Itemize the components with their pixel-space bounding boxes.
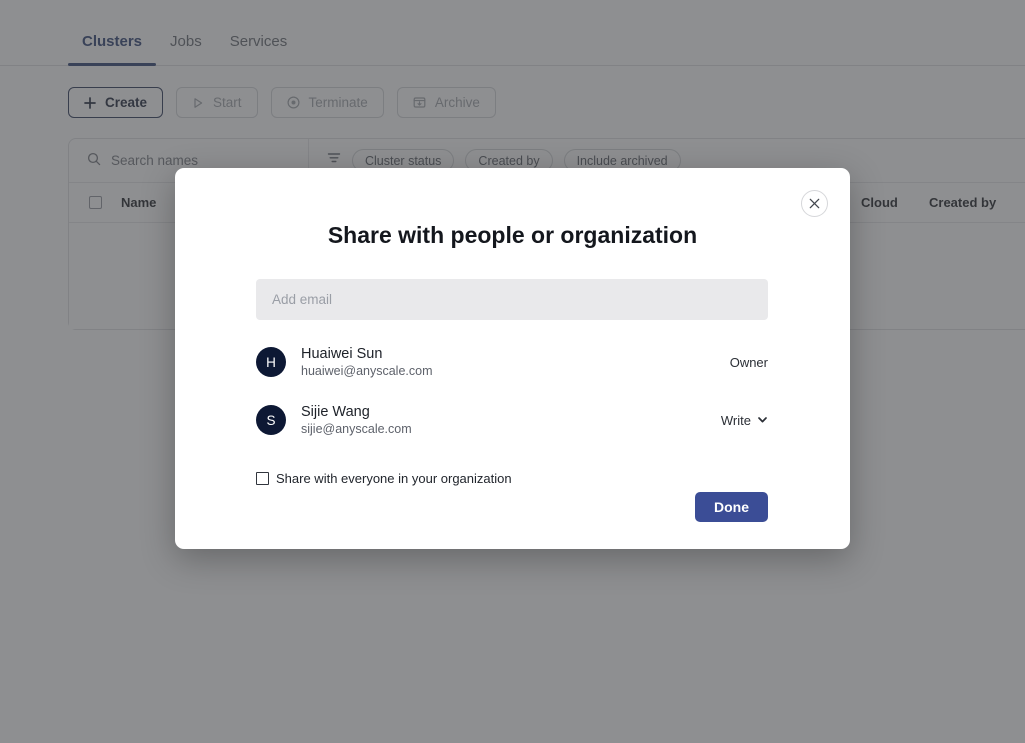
person-role-label: Owner	[729, 354, 768, 370]
person-info: Sijie Wang sijie@anyscale.com	[301, 403, 721, 437]
person-email: huaiwei@anyscale.com	[301, 364, 433, 378]
avatar: H	[256, 347, 286, 377]
dialog-title: Share with people or organization	[327, 222, 698, 248]
person-row: H Huaiwei Sun huaiwei@anyscale.com Owner	[256, 342, 768, 382]
avatar: S	[256, 405, 286, 435]
close-icon[interactable]	[801, 190, 828, 217]
person-name: Huaiwei Sun	[301, 346, 383, 362]
add-email-input[interactable]	[256, 279, 768, 320]
checkbox-box	[256, 472, 269, 485]
person-role: Owner	[730, 355, 768, 370]
person-role-dropdown[interactable]: Write	[721, 413, 768, 428]
chevron-down-icon	[757, 413, 768, 428]
share-with-organization-label: Share with everyone in your organization	[276, 471, 512, 486]
person-row: S Sijie Wang sijie@anyscale.com Write	[256, 400, 768, 440]
done-button[interactable]: Done	[695, 492, 768, 522]
share-with-organization-checkbox[interactable]: Share with everyone in your organization	[256, 471, 512, 486]
person-name: Sijie Wang	[301, 404, 370, 420]
person-email: sijie@anyscale.com	[301, 422, 412, 436]
person-role-label: Write	[720, 412, 751, 428]
share-dialog: Share with people or organization H Huai…	[175, 168, 850, 549]
person-info: Huaiwei Sun huaiwei@anyscale.com	[301, 345, 730, 379]
